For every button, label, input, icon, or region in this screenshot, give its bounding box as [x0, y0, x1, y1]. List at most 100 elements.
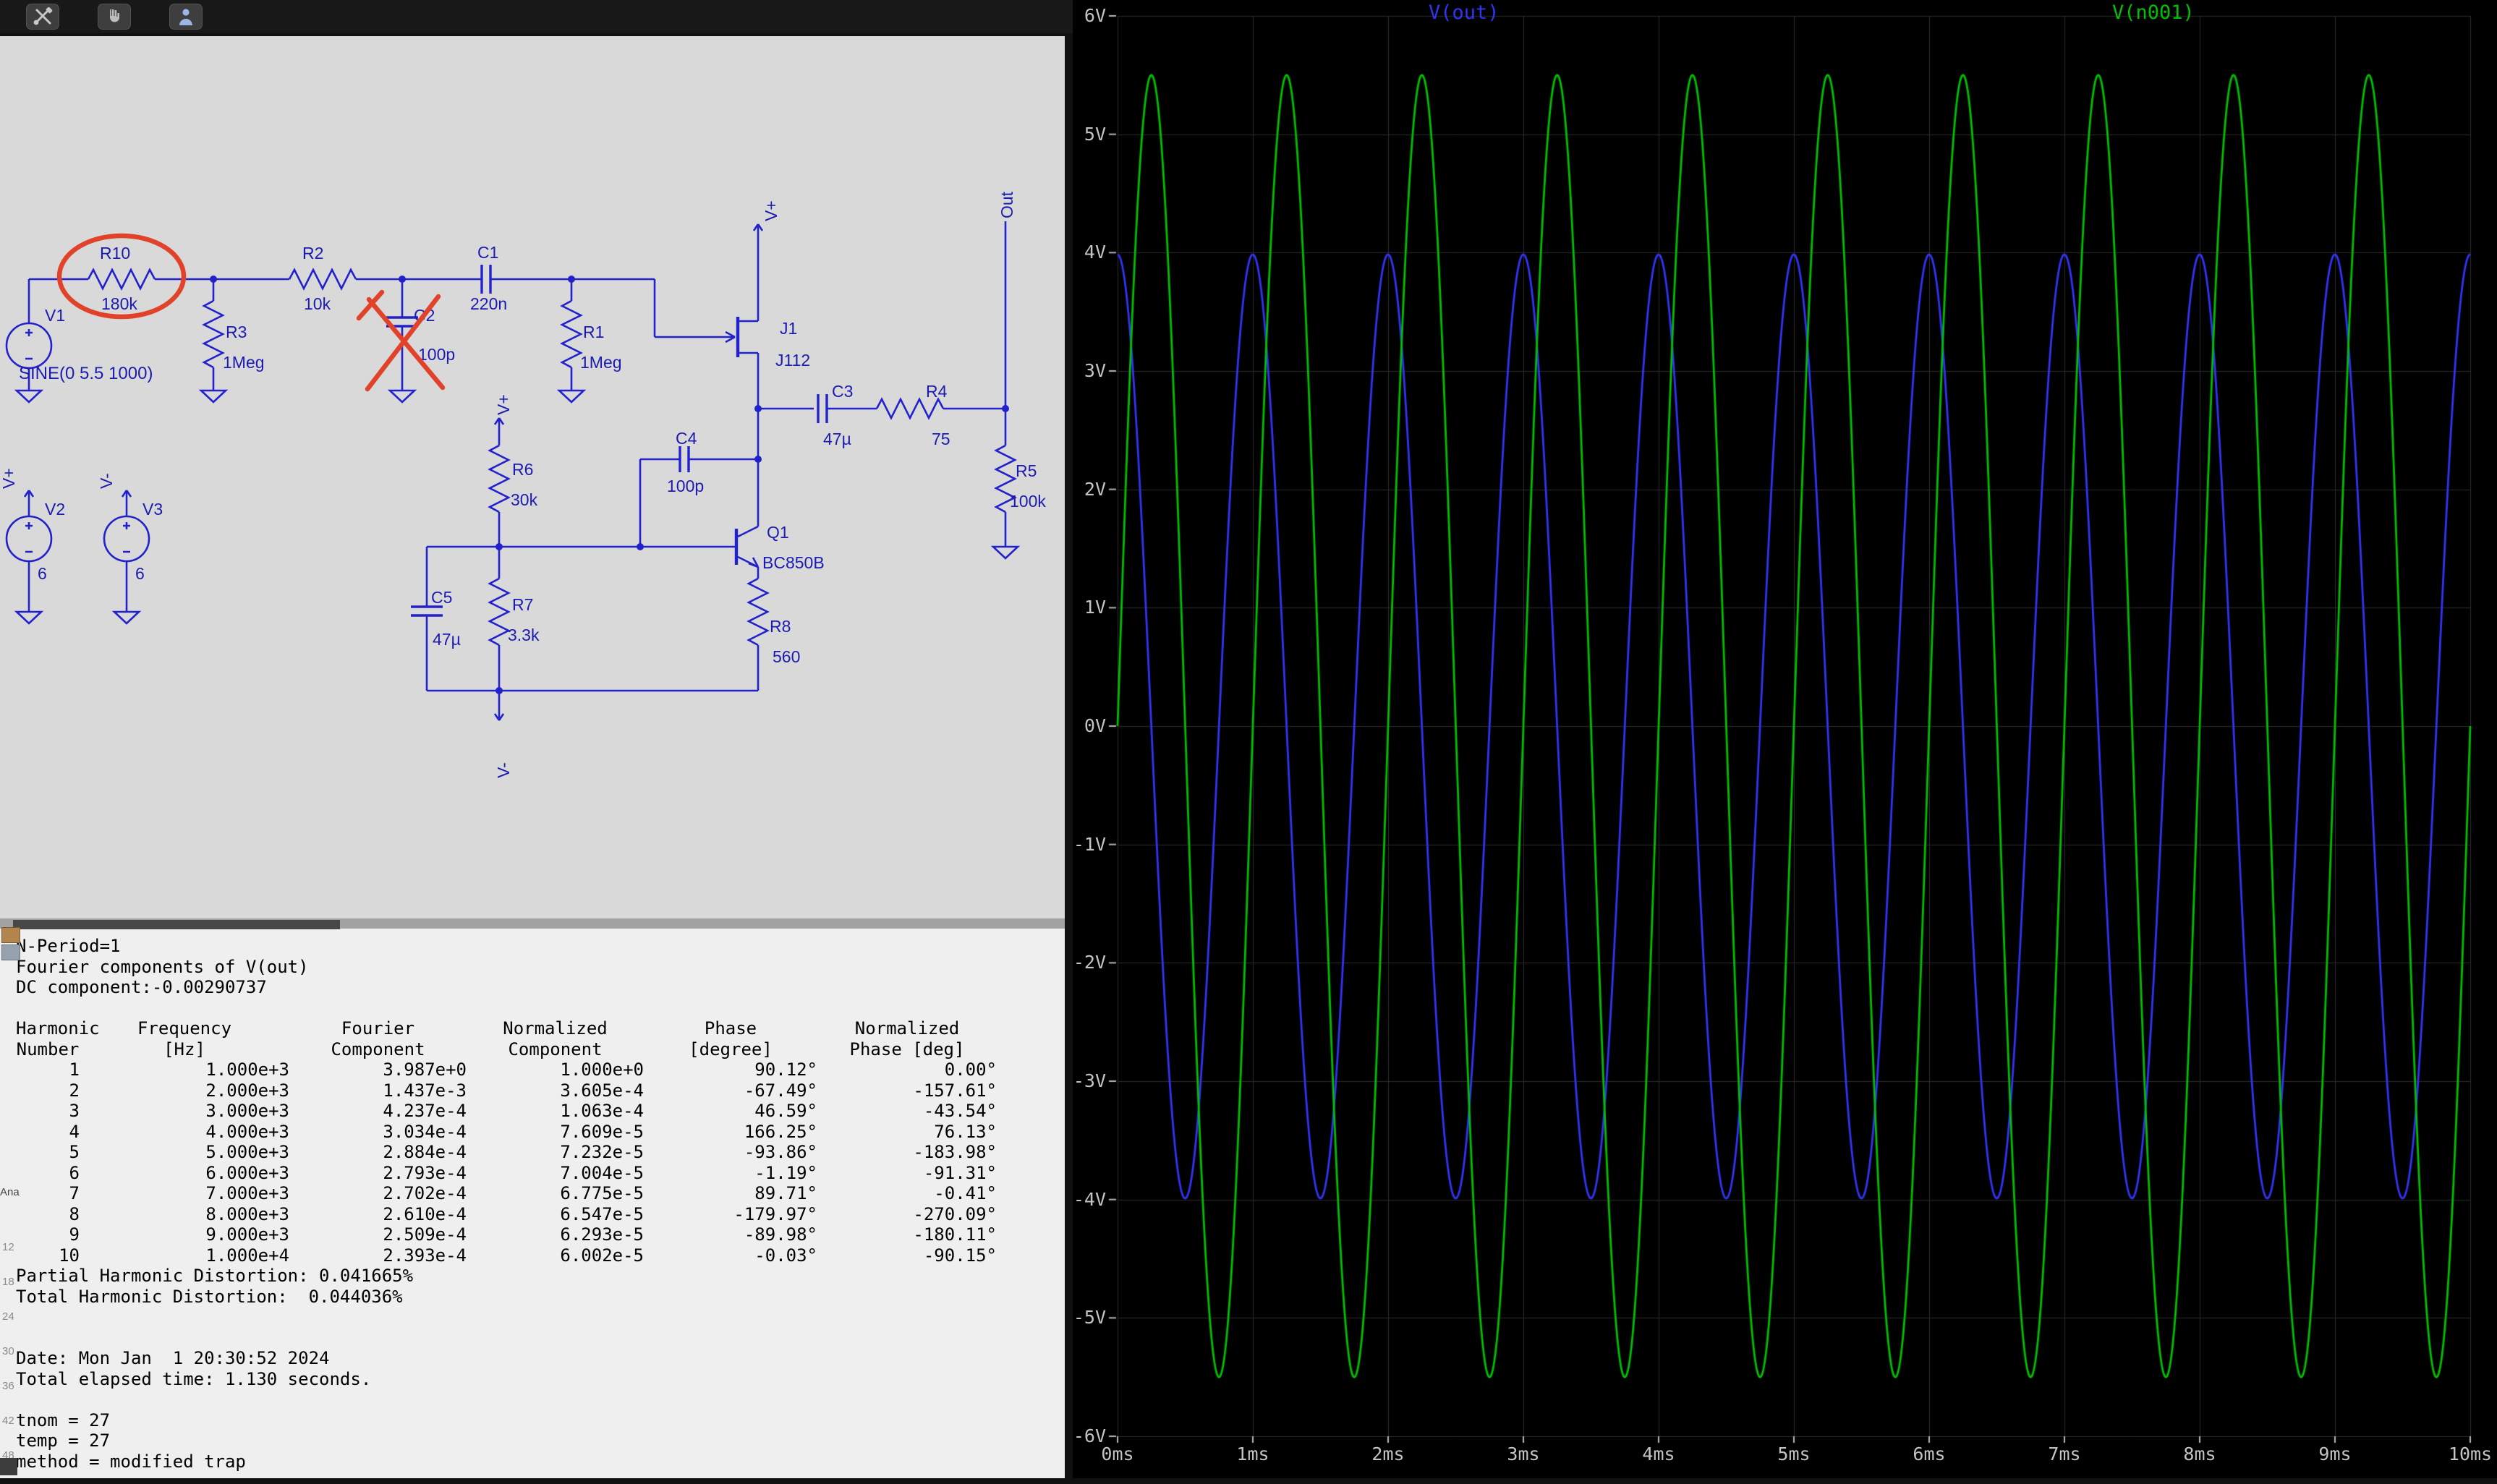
fourier-table-row: 4 4.000e+3 3.034e-4 7.609e-5 166.25° 76.…	[16, 1122, 997, 1143]
component-R8[interactable]: R8 560	[749, 579, 800, 666]
harmonic-number: 9	[16, 1224, 80, 1245]
schematic-canvas[interactable]: V1 SINE(0 5.5 1000) R10 180k R2 10k C1 2…	[0, 36, 1065, 918]
waveform-pane[interactable]: V(out) V(n001) 6V5V4V3V2V1V0V-1V-2V-3V-4…	[1073, 0, 2497, 1478]
normalized-phase: 0.00°	[817, 1059, 997, 1080]
normalized-component: 7.004e-5	[467, 1163, 644, 1184]
x-axis-tick-label: 4ms	[1626, 1444, 1691, 1464]
spice-error-log-pane: N-Period=1Fourier components of V(out)DC…	[0, 918, 1065, 1478]
component-R6[interactable]: R6 30k	[490, 445, 538, 512]
schematic-pane[interactable]: V1 SINE(0 5.5 1000) R10 180k R2 10k C1 2…	[0, 36, 1065, 918]
component-ref-C5: C5	[431, 588, 452, 607]
normalized-component: 3.605e-4	[467, 1080, 644, 1101]
component-ref-R8: R8	[770, 617, 791, 636]
component-C1[interactable]: C1 220n	[470, 243, 507, 313]
fourier-table-header-2: Number [Hz] Component Component [degree]…	[16, 1039, 997, 1060]
frequency-value: 7.000e+3	[80, 1183, 289, 1204]
harmonic-number: 5	[16, 1142, 80, 1163]
fourier-component: 2.884e-4	[289, 1142, 467, 1163]
component-ref-V2: V2	[45, 500, 65, 519]
log-line: N-Period=1	[16, 936, 997, 957]
component-R4[interactable]: R4 75	[877, 382, 950, 448]
component-value-R1: 1Meg	[580, 353, 622, 372]
normalized-component: 7.609e-5	[467, 1122, 644, 1143]
component-ref-R1: R1	[583, 323, 604, 341]
fourier-table-row: 5 5.000e+3 2.884e-4 7.232e-5 -93.86° -18…	[16, 1142, 997, 1163]
trace-label-vout[interactable]: V(out)	[1429, 1, 1500, 24]
log-line: method = modified trap	[16, 1451, 997, 1472]
component-ref-V1: V1	[45, 306, 65, 325]
component-value-V1: SINE(0 5.5 1000)	[19, 364, 153, 383]
ruler-number: 42	[2, 1415, 14, 1449]
log-line: Date: Mon Jan 1 20:30:52 2024	[16, 1348, 997, 1369]
component-R3[interactable]: R3 1Meg	[204, 301, 265, 372]
component-ref-V3: V3	[142, 500, 163, 519]
phase-value: 89.71°	[644, 1183, 817, 1204]
trace-label-vn001[interactable]: V(n001)	[2112, 1, 2195, 24]
component-ref-R6: R6	[512, 460, 533, 479]
col-header: Normalized	[467, 1018, 644, 1039]
component-value-Q1: BC850B	[762, 553, 825, 572]
col-header: [Hz]	[80, 1039, 289, 1060]
log-line: DC component:-0.00290737	[16, 977, 997, 998]
component-ref-R3: R3	[226, 323, 247, 341]
ruler-number: 18	[2, 1276, 14, 1310]
x-axis-tick-label: 7ms	[2032, 1444, 2097, 1464]
folder-icon[interactable]	[1, 927, 20, 943]
normalized-phase: -43.54°	[817, 1101, 997, 1122]
component-C5[interactable]: C5 47µ	[411, 588, 461, 649]
document-icon[interactable]	[1, 944, 20, 960]
log-line	[16, 998, 997, 1019]
component-C4[interactable]: C4 100p	[667, 429, 704, 495]
component-ref-R4: R4	[926, 382, 948, 401]
component-R1[interactable]: R1 1Meg	[562, 301, 622, 372]
x-axis-tick-label: 0ms	[1085, 1444, 1150, 1464]
log-text: N-Period=1Fourier components of V(out)DC…	[16, 936, 997, 1472]
col-header: Phase	[644, 1018, 817, 1039]
normalized-component: 7.232e-5	[467, 1142, 644, 1163]
normalized-phase: -270.09°	[817, 1204, 997, 1225]
component-R2[interactable]: R2 10k	[289, 244, 356, 313]
normalized-component: 6.547e-5	[467, 1204, 644, 1225]
hand-button[interactable]	[98, 4, 131, 30]
component-V3[interactable]: V3 6	[104, 500, 163, 583]
phase-value: 166.25°	[644, 1122, 817, 1143]
waveform-canvas[interactable]	[1073, 0, 2497, 1478]
component-value-R7: 3.3k	[508, 626, 540, 644]
component-value-J1: J112	[775, 351, 810, 370]
fourier-table-row: 1 1.000e+3 3.987e+0 1.000e+0 90.12° 0.00…	[16, 1059, 997, 1080]
component-value-R2: 10k	[304, 294, 331, 313]
fourier-table-row: 7 7.000e+3 2.702e-4 6.775e-5 89.71° -0.4…	[16, 1183, 997, 1204]
harmonic-number: 7	[16, 1183, 80, 1204]
log-line: Total elapsed time: 1.130 seconds.	[16, 1369, 997, 1390]
col-header: [degree]	[644, 1039, 817, 1060]
normalized-phase: -0.41°	[817, 1183, 997, 1204]
log-pane-titlebar[interactable]	[13, 920, 340, 929]
toolbar	[0, 0, 1073, 33]
col-header: Fourier	[289, 1018, 467, 1039]
y-axis-tick-label: -3V	[1073, 1070, 1106, 1091]
fourier-table-row: 3 3.000e+3 4.237e-4 1.063e-4 46.59° -43.…	[16, 1101, 997, 1122]
harmonic-number: 4	[16, 1122, 80, 1143]
component-C3[interactable]: C3 47µ	[818, 382, 853, 448]
component-R7[interactable]: R7 3.3k	[490, 579, 540, 645]
x-axis-tick-label: 3ms	[1491, 1444, 1556, 1464]
y-axis-tick-label: 0V	[1073, 715, 1106, 736]
log-lines-bottom: Partial Harmonic Distortion: 0.041665%To…	[16, 1266, 997, 1472]
hand-icon	[103, 7, 125, 26]
log-line: Fourier components of V(out)	[16, 957, 997, 978]
col-header: Number	[16, 1039, 80, 1060]
component-ref-C3: C3	[832, 382, 853, 401]
x-axis-tick-label: 8ms	[2167, 1444, 2232, 1464]
tools-button[interactable]	[26, 4, 59, 30]
phase-value: -1.19°	[644, 1163, 817, 1184]
component-R10[interactable]: R10 180k	[88, 244, 155, 313]
fourier-table-row: 10 1.000e+4 2.393e-4 6.002e-5 -0.03° -90…	[16, 1245, 997, 1266]
component-R5[interactable]: R5 100k	[996, 445, 1046, 512]
status-corner-icon[interactable]	[0, 1458, 17, 1475]
person-button[interactable]	[169, 4, 203, 30]
component-V2[interactable]: V2 6	[7, 500, 65, 583]
fourier-component: 2.393e-4	[289, 1245, 467, 1266]
harmonic-number: 2	[16, 1080, 80, 1101]
fourier-component: 3.987e+0	[289, 1059, 467, 1080]
component-J1[interactable]: J1 J112	[738, 317, 810, 370]
